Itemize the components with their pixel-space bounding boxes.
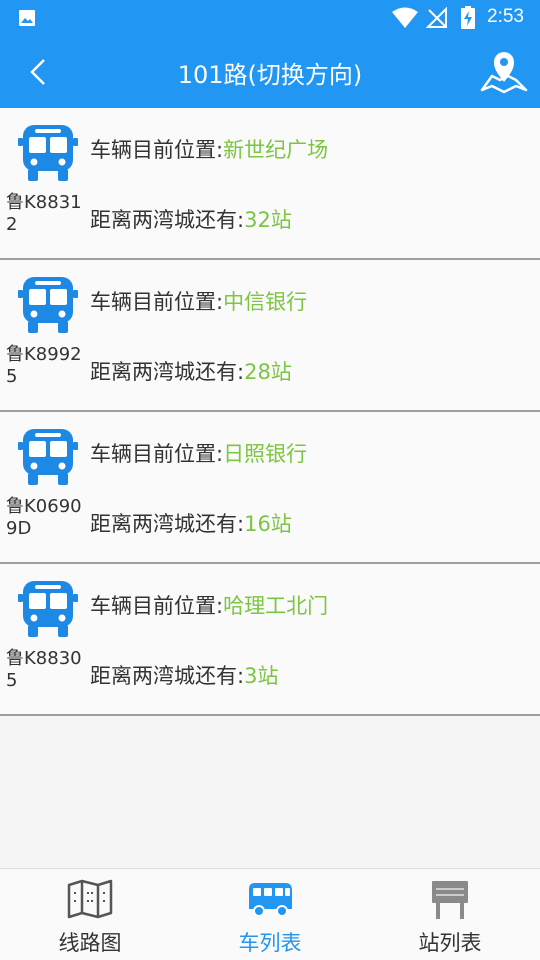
bus-icon [18,581,78,637]
bus-icon [18,277,78,333]
tab-label: 站列表 [418,931,482,955]
distance-value: 3站 [244,664,279,688]
position-value: 中信银行 [223,290,308,314]
list-item[interactable]: 鲁K06909D 车辆目前位置:日照银行 距离两湾城还有:16站 [0,412,540,564]
position-line: 车辆目前位置:日照银行 [90,438,307,468]
tab-route-map[interactable]: 线路图 [0,869,180,960]
position-value: 新世纪广场 [223,138,329,162]
app-bar: 101路(切换方向) [0,36,540,108]
position-value: 日照银行 [223,442,308,466]
list-item[interactable]: 鲁K89925 车辆目前位置:中信银行 距离两湾城还有:28站 [0,260,540,412]
position-label: 车辆目前位置: [90,594,224,618]
distance-label: 距离两湾城还有: [90,664,245,688]
distance-line: 距离两湾城还有:28站 [90,356,292,386]
plate-number: 鲁K89925 [6,344,82,387]
tab-label: 线路图 [58,931,122,955]
map-icon [67,879,113,919]
position-label: 车辆目前位置: [90,138,224,162]
position-label: 车辆目前位置: [90,442,224,466]
distance-value: 32站 [244,208,292,232]
bus-icon [18,429,78,485]
plate-number: 鲁K88305 [6,648,82,691]
position-label: 车辆目前位置: [90,290,224,314]
tab-station-list[interactable]: 站列表 [360,869,540,960]
plate-number: 鲁K88312 [6,192,82,235]
position-line: 车辆目前位置:哈理工北门 [90,590,328,620]
tab-label: 车列表 [238,931,302,955]
bottom-tab-bar: 线路图 车列表 站列表 [0,868,540,960]
distance-line: 距离两湾城还有:32站 [90,204,292,234]
page-title[interactable]: 101路(切换方向) [0,55,540,90]
bus-icon [249,883,292,917]
clock: 2:53 [487,6,524,27]
vehicle-list: 鲁K88312 车辆目前位置:新世纪广场 距离两湾城还有:32站 鲁K89925… [0,108,540,716]
distance-label: 距离两湾城还有: [90,208,245,232]
station-sign-icon [432,881,468,919]
list-item[interactable]: 鲁K88305 车辆目前位置:哈理工北门 距离两湾城还有:3站 [0,564,540,716]
status-bar: 2:53 [0,0,540,36]
distance-line: 距离两湾城还有:16站 [90,508,292,538]
bus-icon [18,125,78,181]
distance-value: 16站 [244,512,292,536]
position-value: 哈理工北门 [223,594,329,618]
wifi-icon [392,7,418,28]
tab-bus-list[interactable]: 车列表 [180,869,360,960]
distance-label: 距离两湾城还有: [90,360,245,384]
map-button[interactable] [478,46,530,98]
no-signal-icon [426,7,447,28]
distance-value: 28站 [244,360,292,384]
distance-label: 距离两湾城还有: [90,512,245,536]
map-pin-icon [480,52,528,94]
plate-number: 鲁K06909D [6,496,82,539]
image-icon [19,10,35,26]
list-item[interactable]: 鲁K88312 车辆目前位置:新世纪广场 距离两湾城还有:32站 [0,108,540,260]
position-line: 车辆目前位置:中信银行 [90,286,307,316]
distance-line: 距离两湾城还有:3站 [90,660,278,690]
battery-charging-icon [461,6,475,29]
position-line: 车辆目前位置:新世纪广场 [90,134,328,164]
